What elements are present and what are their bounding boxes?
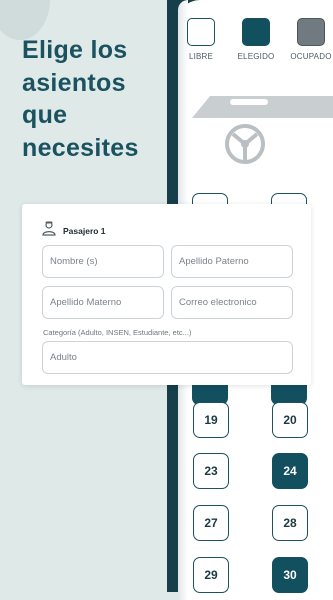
- seat[interactable]: 23: [193, 453, 229, 489]
- nombre-input[interactable]: [42, 245, 164, 278]
- legend-occupied-label: OCUPADO: [290, 52, 332, 61]
- apellido-materno-input[interactable]: [42, 286, 164, 319]
- legend-selected-label: ELEGIDO: [237, 52, 275, 61]
- steering-wheel-icon: [224, 123, 266, 170]
- passenger-form-card: Pasajero 1 Categoría (Adulto, INSEN, Est…: [22, 204, 311, 385]
- seat-selected[interactable]: 24: [272, 453, 308, 489]
- passenger-icon: [41, 220, 57, 241]
- legend-free-label: LIBRE: [188, 52, 214, 61]
- passenger-header: Pasajero 1: [41, 220, 106, 241]
- bus-mirror: [230, 99, 268, 105]
- passenger-title: Pasajero 1: [63, 225, 106, 236]
- promo-headline: Elige los asientos que necesites: [22, 36, 139, 162]
- legend-selected-swatch: [242, 18, 270, 46]
- apellido-paterno-input[interactable]: [171, 245, 293, 278]
- correo-input[interactable]: [171, 286, 293, 319]
- categoria-label: Categoría (Adulto, INSEN, Estudiante, et…: [43, 328, 192, 337]
- legend-occupied-swatch: [297, 18, 325, 46]
- legend-selected: ELEGIDO: [226, 18, 286, 61]
- seat[interactable]: 19: [193, 402, 229, 438]
- seat[interactable]: 20: [272, 402, 308, 438]
- seat[interactable]: 27: [193, 505, 229, 541]
- legend-occupied: OCUPADO: [281, 18, 333, 61]
- seat[interactable]: 28: [272, 505, 308, 541]
- seat-selected[interactable]: 30: [272, 557, 308, 593]
- legend-free-swatch: [187, 18, 215, 46]
- seat[interactable]: 29: [193, 557, 229, 593]
- legend-free: LIBRE: [171, 18, 231, 61]
- categoria-input[interactable]: [42, 341, 293, 374]
